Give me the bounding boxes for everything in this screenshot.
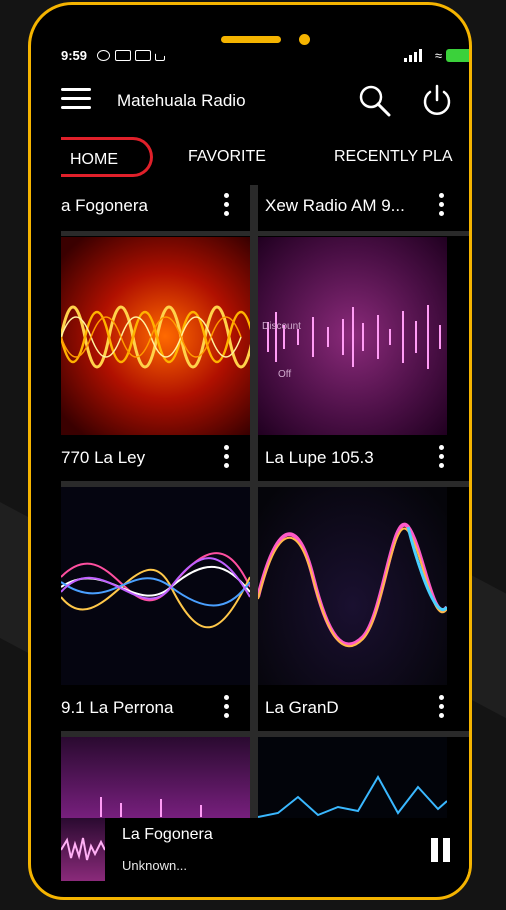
app-bar: Matehuala Radio (61, 75, 469, 125)
station-artwork[interactable] (258, 737, 447, 821)
art-caption: Off (278, 369, 291, 380)
app-title: Matehuala Radio (117, 91, 246, 110)
station-artwork[interactable] (61, 487, 250, 685)
art-caption: Discount (262, 321, 301, 332)
station-name[interactable]: La GranD (265, 685, 425, 731)
grid-divider (250, 185, 258, 825)
more-options-icon[interactable] (223, 445, 231, 471)
status-time: 9:59 (61, 48, 88, 63)
station-artwork[interactable] (258, 487, 447, 685)
tab-home[interactable]: HOME (61, 137, 153, 177)
station-grid: a Fogonera Xew Radio AM 9... Discount Of… (61, 183, 469, 881)
app-screen: 9:59 ≈ Matehuala Radio HOME FAVORITE REC… (61, 45, 469, 881)
battery-icon (446, 49, 469, 62)
phone-notch (143, 5, 365, 56)
station-name[interactable]: Xew Radio AM 9... (265, 183, 425, 229)
pause-icon[interactable] (431, 838, 453, 862)
more-options-icon[interactable] (223, 695, 231, 721)
camera-dot (299, 34, 310, 45)
more-options-icon[interactable] (438, 445, 446, 471)
more-options-icon[interactable] (223, 193, 231, 219)
station-name[interactable]: La Lupe 105.3 (265, 435, 425, 481)
notification-icon (115, 50, 131, 61)
speaker-slot (221, 36, 281, 43)
notification-icon (135, 50, 151, 61)
more-options-icon[interactable] (438, 695, 446, 721)
station-name[interactable]: a Fogonera (61, 183, 221, 229)
station-artwork[interactable] (61, 237, 250, 435)
alarm-icon (97, 50, 110, 61)
now-playing-subtitle: Unknown... (122, 858, 188, 873)
now-playing-title: La Fogonera (122, 826, 213, 843)
tab-recently-played[interactable]: RECENTLY PLA (334, 137, 453, 177)
tab-favorite[interactable]: FAVORITE (188, 137, 266, 177)
signal-icon (404, 49, 422, 62)
row-divider (61, 231, 469, 236)
station-artwork[interactable]: Discount Off (258, 237, 447, 435)
station-artwork[interactable] (61, 737, 250, 821)
wifi-icon: ≈ (434, 48, 442, 63)
power-icon[interactable] (421, 83, 453, 117)
more-options-icon[interactable] (438, 193, 446, 219)
station-name[interactable]: 770 La Ley (61, 435, 221, 481)
hamburger-menu-icon[interactable] (61, 88, 91, 110)
now-playing-artwork (61, 818, 105, 881)
phone-frame: 9:59 ≈ Matehuala Radio HOME FAVORITE REC… (28, 2, 472, 900)
search-icon[interactable] (357, 83, 391, 117)
now-playing-bar[interactable]: La Fogonera Unknown... (61, 818, 469, 881)
station-name[interactable]: 9.1 La Perrona (61, 685, 221, 731)
tab-bar: HOME FAVORITE RECENTLY PLA (61, 137, 469, 177)
